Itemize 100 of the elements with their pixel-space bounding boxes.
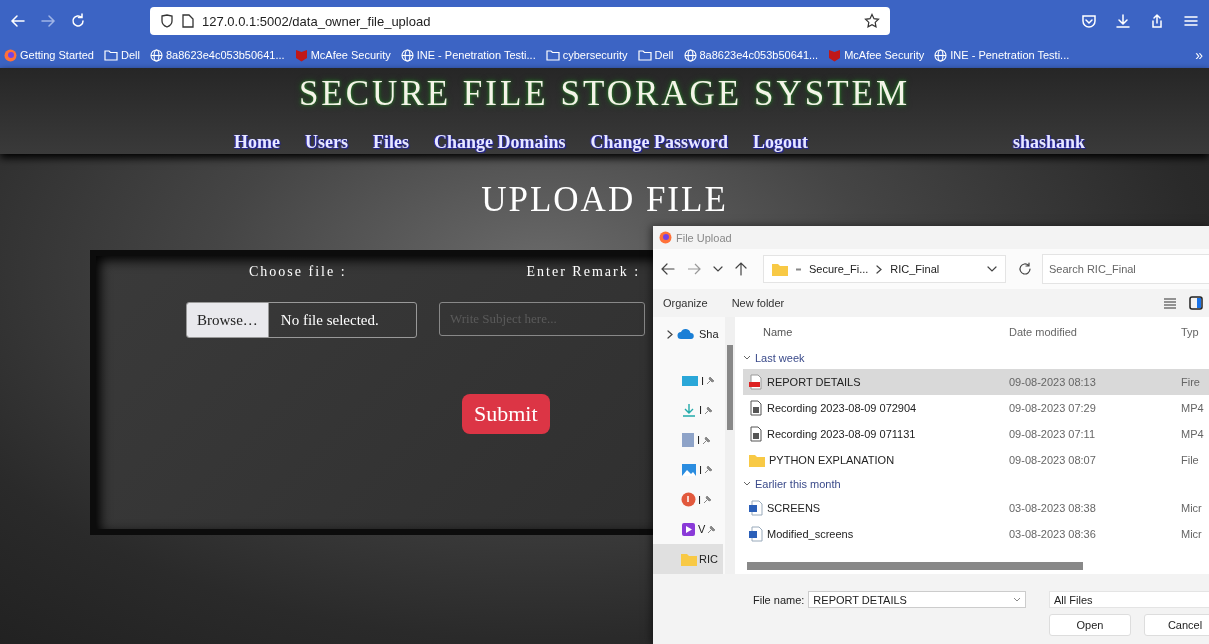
nav-pane-item[interactable]: I — [653, 395, 723, 426]
bookmark-item[interactable]: Dell — [104, 49, 140, 61]
file-date: 09-08-2023 08:13 — [1009, 376, 1097, 388]
nav-pane-item[interactable]: I — [653, 365, 723, 396]
cancel-button[interactable]: Cancel — [1144, 614, 1209, 636]
back-icon[interactable] — [10, 13, 26, 29]
bookmark-item[interactable]: cybersecurity — [545, 49, 628, 61]
pin-icon — [702, 435, 711, 445]
pocket-icon[interactable] — [1081, 13, 1097, 29]
bookmark-item[interactable]: 8a8623e4c053b50641... — [149, 48, 285, 62]
word-file-icon — [749, 526, 763, 542]
file-type: Micr — [1181, 528, 1202, 540]
nav-pane-item[interactable]: I — [653, 484, 723, 515]
nav-pane-item[interactable]: RIC — [653, 544, 723, 574]
organize-menu[interactable]: Organize — [663, 297, 708, 309]
file-date: 09-08-2023 07:29 — [1009, 402, 1097, 414]
file-row[interactable]: PYTHON EXPLANATION 09-08-2023 08:07 File — [743, 447, 1209, 473]
pin-icon — [706, 376, 715, 386]
pictures-icon — [681, 462, 697, 477]
ellipsis-icon — [796, 267, 801, 271]
menu-icon[interactable] — [1183, 13, 1199, 29]
column-header[interactable]: Name — [743, 326, 1009, 338]
file-input[interactable]: Browse… No file selected. — [186, 302, 417, 338]
path-bar[interactable]: Secure_Fi... RIC_Final — [763, 255, 1006, 283]
nav-link[interactable]: Files — [372, 132, 409, 153]
breadcrumb[interactable]: RIC_Final — [890, 263, 940, 275]
share-icon[interactable] — [1149, 13, 1165, 29]
file-type: Micr — [1181, 502, 1202, 514]
bookmark-item[interactable]: 8a8623e4c053b50641... — [683, 48, 819, 62]
field-label: Choose file : — [249, 264, 347, 280]
nav-pane-item[interactable]: I — [653, 454, 723, 485]
nav-link[interactable]: Change Password — [590, 132, 728, 153]
chevron-down-icon[interactable] — [987, 264, 997, 274]
file-row[interactable]: Recording 2023-08-09 072904 09-08-2023 07:29 MP4 — [743, 395, 1209, 421]
field-label: File name: — [753, 593, 805, 606]
new-folder-button[interactable]: New folder — [731, 297, 785, 309]
reload-icon[interactable] — [70, 13, 86, 29]
preview-pane-icon[interactable] — [1189, 296, 1203, 310]
globe-icon — [934, 48, 948, 62]
scrollbar-thumb[interactable] — [747, 562, 1083, 570]
column-header[interactable]: Date modified — [1009, 326, 1181, 338]
cloud-icon — [677, 328, 695, 341]
group-header[interactable]: Earlier this month — [743, 473, 1209, 495]
firefox-icon — [4, 48, 17, 62]
file-row[interactable]: SCREENS 03-08-2023 08:38 Micr — [743, 495, 1209, 521]
file-row[interactable]: Modified_screens 03-08-2023 08:36 Micr — [743, 521, 1209, 547]
file-type-dropdown[interactable]: All Files — [1049, 591, 1209, 608]
nav-link[interactable]: Change Domains — [433, 132, 566, 153]
bookmark-item[interactable]: INE - Penetration Testi... — [400, 48, 536, 62]
scrollbar-thumb[interactable] — [727, 345, 733, 430]
video-file-icon — [749, 426, 763, 442]
file-row[interactable]: REPORT DETAILS 09-08-2023 08:13 Fire — [743, 369, 1209, 395]
folder-icon — [772, 262, 788, 276]
nav-pane-item[interactable]: I — [653, 425, 723, 455]
file-date: 03-08-2023 08:36 — [1009, 528, 1097, 540]
shield-icon — [828, 48, 842, 62]
bookmark-item[interactable]: Getting Started — [4, 48, 94, 62]
nav-pane-item[interactable]: V — [653, 514, 723, 545]
download-icon[interactable] — [1115, 13, 1131, 29]
file-date: 09-08-2023 07:11 — [1009, 428, 1097, 440]
file-name: Modified_screens — [767, 528, 854, 540]
file-name: Recording 2023-08-09 071131 — [767, 428, 916, 440]
file-type: File — [1181, 454, 1199, 466]
word-file-icon — [749, 500, 763, 516]
file-name: PYTHON EXPLANATION — [769, 454, 895, 466]
open-button[interactable]: Open — [1049, 614, 1131, 636]
pdf-icon — [749, 374, 763, 390]
address-bar[interactable]: 127.0.0.1:5002/data_owner_file_upload — [150, 7, 890, 35]
search-field[interactable]: Search RIC_Final — [1042, 254, 1209, 284]
nav-pane-item[interactable]: Sha — [653, 319, 723, 350]
file-type: MP4 — [1181, 402, 1204, 414]
forward-icon[interactable] — [687, 262, 701, 276]
nav-link[interactable]: Logout — [752, 132, 808, 153]
bookmark-item[interactable]: INE - Penetration Testi... — [934, 48, 1070, 62]
group-header[interactable]: Last week — [743, 347, 1209, 369]
column-header[interactable]: Typ — [1181, 326, 1199, 338]
forward-icon[interactable] — [40, 13, 56, 29]
nav-link[interactable]: Users — [304, 132, 348, 153]
bookmark-item[interactable]: McAfee Security — [828, 48, 925, 62]
pin-icon — [704, 465, 713, 475]
submit-button[interactable]: Submit — [462, 394, 550, 434]
shield-icon — [160, 14, 174, 28]
user-name[interactable]: shashank — [1013, 132, 1086, 153]
file-row[interactable]: Recording 2023-08-09 071131 09-08-2023 07:11 MP4 — [743, 421, 1209, 447]
nav-link[interactable]: Home — [233, 132, 280, 153]
bookmark-star-icon[interactable] — [864, 13, 880, 29]
field-label: Enter Remark : — [526, 264, 641, 280]
overflow-chevron[interactable]: » — [1195, 47, 1203, 63]
chevron-down-icon[interactable] — [713, 264, 723, 274]
folder-icon — [749, 453, 765, 467]
up-arrow-icon[interactable] — [735, 262, 747, 276]
back-icon[interactable] — [661, 262, 675, 276]
view-list-icon[interactable] — [1163, 297, 1177, 309]
file-name-field[interactable]: REPORT DETAILS — [808, 591, 1027, 608]
file-name: Recording 2023-08-09 072904 — [767, 402, 917, 414]
breadcrumb[interactable]: Secure_Fi... — [809, 263, 869, 275]
bookmark-item[interactable]: Dell — [637, 49, 674, 61]
refresh-icon[interactable] — [1018, 262, 1032, 276]
bookmark-item[interactable]: McAfee Security — [294, 48, 391, 62]
music-icon — [681, 492, 696, 508]
